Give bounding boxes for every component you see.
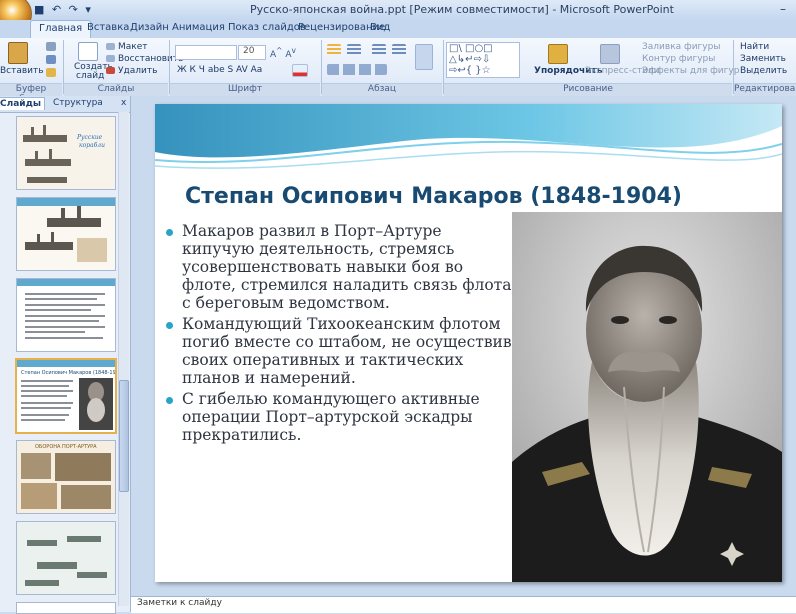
bullet-dot-icon (166, 229, 173, 236)
slide-thumbnail-1[interactable]: Русские корабли (16, 116, 116, 190)
slide-thumbnail-3[interactable] (16, 278, 116, 352)
port-arthur-thumbnail-image: ОБОРОНА ПОРТ-АРТУРА (17, 441, 115, 513)
format-painter-icon[interactable] (46, 68, 56, 77)
numbering-icon[interactable] (347, 44, 361, 56)
reset-button[interactable]: Восстановить (118, 54, 183, 64)
minimize-button[interactable]: – (780, 2, 786, 16)
bullet-text: Командующий Тихоокеанским флотом погиб в… (182, 315, 512, 387)
slide-thumbnail-6[interactable] (16, 521, 116, 595)
text-thumbnail-image (17, 279, 115, 351)
font-name-select[interactable] (175, 45, 237, 60)
clipboard-group-label: Буфер обмена (0, 83, 62, 104)
slides-group-label: Слайды (64, 83, 168, 97)
ribbon-tabs: Главная Вставка Дизайн Анимация Показ сл… (0, 20, 796, 38)
reset-icon (106, 55, 115, 62)
tab-animation[interactable]: Анимация (172, 22, 225, 33)
window-title: Русско-японская война.ppt [Режим совмест… (250, 3, 674, 16)
slide-title[interactable]: Степан Осипович Макаров (1848-1904) (185, 184, 765, 209)
indent-icon[interactable] (372, 44, 386, 56)
tab-slides[interactable]: Слайды (0, 97, 45, 110)
cut-icon[interactable] (46, 42, 56, 51)
ribbon: Вставить Буфер обмена Создать слайд Маке… (0, 38, 796, 104)
shapes-gallery[interactable]: □\ □○□ △↳↵⇨⇩ ⇨↩{ }☆ (446, 42, 520, 78)
notes-placeholder[interactable]: Заметки к слайду (137, 598, 222, 608)
panel-scrollbar[interactable] (118, 112, 129, 606)
font-size-select[interactable]: 20 (238, 45, 266, 60)
font-group-label: Шрифт (170, 83, 320, 97)
font-size-value: 20 (243, 46, 255, 56)
quick-access-toolbar[interactable]: ■ ↶ ↷ ▾ (34, 3, 93, 16)
svg-text:корабли: корабли (79, 142, 105, 149)
line-spacing-icon[interactable] (392, 44, 406, 56)
find-button[interactable]: Найти (740, 42, 769, 52)
layout-button[interactable]: Макет (118, 42, 148, 52)
tab-insert[interactable]: Вставка (87, 22, 129, 33)
font-color-icon[interactable] (292, 64, 308, 77)
shape-effects-button[interactable]: Эффекты для фигур (642, 66, 739, 76)
grow-shrink-font[interactable]: A^ Av (270, 46, 296, 60)
new-slide-icon[interactable] (78, 42, 98, 61)
makarov-portrait-photo[interactable] (512, 212, 782, 582)
svg-text:ОБОРОНА ПОРТ-АРТУРА: ОБОРОНА ПОРТ-АРТУРА (35, 444, 97, 450)
bullet-list[interactable]: Макаров развил в Порт–Артуре кипучую дея… (163, 222, 513, 447)
bullet-dot-icon (166, 322, 173, 329)
tab-view[interactable]: Вид (370, 22, 390, 33)
bullet-item: С гибелью командующего активные операции… (163, 390, 513, 444)
bullet-dot-icon (166, 397, 173, 404)
new-slide-label-2[interactable]: слайд (76, 71, 104, 81)
quick-styles-icon[interactable] (600, 44, 620, 64)
arrange-icon[interactable] (548, 44, 568, 64)
shape-fill-button[interactable]: Заливка фигуры (642, 42, 720, 52)
paste-button[interactable]: Вставить (0, 66, 44, 76)
replace-button[interactable]: Заменить (740, 54, 786, 64)
shape-outline-button[interactable]: Контур фигуры (642, 54, 715, 64)
ships-thumbnail-image: Русские корабли (17, 117, 115, 189)
paragraph-group-label: Абзац (322, 83, 442, 97)
panel-scroll-thumb[interactable] (119, 380, 129, 492)
delete-button[interactable]: Удалить (118, 66, 157, 76)
bullet-item: Макаров развил в Порт–Артуре кипучую дея… (163, 222, 513, 312)
format-buttons[interactable]: Ж К Ч abe S AV Aa (177, 65, 262, 75)
tab-home[interactable]: Главная (30, 20, 92, 38)
select-button[interactable]: Выделить (740, 66, 787, 76)
align-icons[interactable] (327, 64, 387, 75)
wave-header-decoration (155, 104, 782, 169)
drawing-group-label: Рисование (444, 83, 732, 97)
close-panel-icon[interactable]: x (118, 97, 129, 109)
portrait-illustration (512, 212, 782, 582)
slide-thumbnail-4[interactable]: Степан Осипович Макаров (1848-1904) (15, 358, 117, 434)
slide-thumbnail-2[interactable] (16, 197, 116, 271)
makarov-thumbnail-image: Степан Осипович Макаров (1848-1904) (17, 360, 115, 432)
panel-tabs: Слайды Структура x (0, 96, 130, 113)
ships-thumbnail-image (17, 198, 115, 270)
battle-thumbnail-image (17, 522, 115, 594)
text-direction-icon[interactable] (415, 44, 433, 70)
bullets-icon[interactable] (327, 44, 341, 56)
tab-outline[interactable]: Структура (50, 97, 106, 109)
slide-thumbnail-7[interactable] (16, 602, 116, 614)
delete-icon (106, 67, 115, 74)
bullet-text: С гибелью командующего активные операции… (182, 390, 480, 444)
tab-design[interactable]: Дизайн (130, 22, 169, 33)
slide-thumbnail-5[interactable]: ОБОРОНА ПОРТ-АРТУРА (16, 440, 116, 514)
bullet-item: Командующий Тихоокеанским флотом погиб в… (163, 315, 513, 387)
copy-icon[interactable] (46, 55, 56, 64)
paste-icon[interactable] (8, 42, 28, 64)
layout-icon (106, 43, 115, 50)
slide-canvas[interactable]: Степан Осипович Макаров (1848-1904) Мака… (155, 104, 782, 582)
svg-text:Русские: Русские (76, 134, 103, 141)
editing-group-label: Редактирование (734, 83, 796, 97)
bullet-text: Макаров развил в Порт–Артуре кипучую дея… (182, 222, 512, 312)
notes-pane[interactable] (131, 596, 796, 613)
svg-text:Степан Осипович Макаров (1848-: Степан Осипович Макаров (1848-1904) (21, 370, 115, 376)
tab-slideshow[interactable]: Показ слайдов (228, 22, 306, 33)
